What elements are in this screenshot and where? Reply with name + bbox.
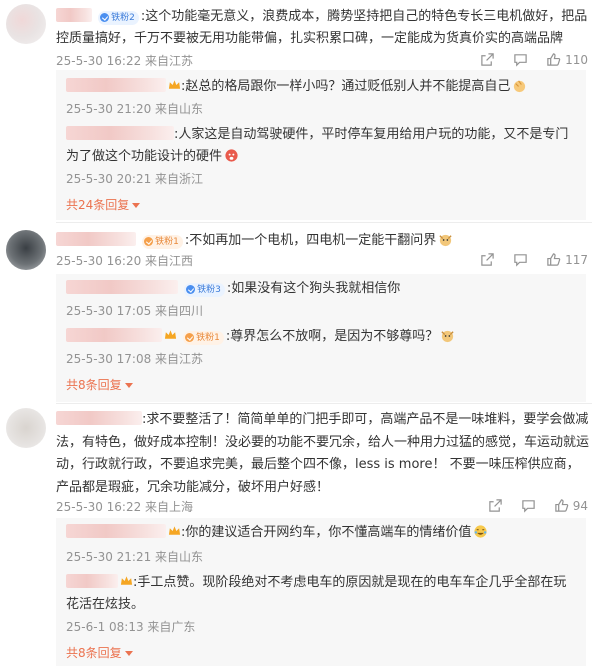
reply: :赵总的格局跟你一样小吗？通过贬低别人并不能提高自己 (66, 76, 574, 98)
reply-meta: 25-6-1 08:13 来自广东 (66, 620, 196, 634)
reply: :手工点赞。现阶段绝对不考虑电车的原因就是现在的电车车企几乎全部在玩花活在炫技。 (66, 574, 567, 612)
shocked-emoji-icon (225, 149, 238, 162)
reply-username[interactable] (66, 328, 162, 342)
comment-body: :求不要整活了！简简单单的门把手即可，高端产品不是一味堆料，要学会做减法，有特色… (56, 411, 590, 495)
fan-badge: 铁粉1 (142, 234, 183, 249)
like-button[interactable]: 110 (546, 52, 588, 67)
like-button[interactable]: 94 (554, 498, 588, 513)
more-replies-link[interactable]: 共24条回复 (66, 196, 141, 213)
badge-check-icon (186, 285, 196, 294)
like-button[interactable]: 117 (546, 252, 588, 267)
comment-button[interactable] (521, 498, 536, 513)
reply: 铁粉3:如果没有这个狗头我就相信你 (66, 278, 574, 300)
like-icon (547, 253, 561, 266)
reply-meta: 25-5-30 21:20 来自山东 (66, 102, 204, 116)
like-count: 94 (572, 498, 588, 513)
reply-username[interactable] (66, 574, 118, 588)
reply: 铁粉1:尊界怎么不放啊，是因为不够尊吗？ (66, 326, 574, 348)
comment-meta: 25-5-30 16:22 来自江苏 (56, 54, 194, 68)
comment-actions: 110 (480, 52, 588, 67)
clap-emoji-icon (514, 80, 526, 93)
dog-emoji-icon (441, 330, 454, 343)
comment-button[interactable] (513, 252, 528, 267)
avatar[interactable] (6, 4, 46, 44)
reply-meta: 25-5-30 17:05 来自四川 (66, 304, 204, 318)
comment-icon (514, 54, 527, 67)
caret-down-icon (124, 383, 133, 388)
divider (56, 222, 592, 223)
share-button[interactable] (480, 252, 495, 267)
comment-icon (521, 500, 535, 513)
replies-panel: :你的建议适合开网约车，你不懂高端车的情绪价值 25-5-30 21:21 来自… (56, 518, 586, 666)
crown-icon (120, 576, 133, 585)
username[interactable] (56, 8, 92, 22)
comment-button[interactable] (513, 52, 528, 67)
like-count: 110 (565, 52, 588, 67)
avatar[interactable] (6, 408, 46, 448)
reply-username[interactable] (66, 126, 174, 140)
replies-panel: :赵总的格局跟你一样小吗？通过贬低别人并不能提高自己 25-5-30 21:20… (56, 70, 586, 220)
comment-body: 铁粉1:不如再加一个电机，四电机一定能干翻问界 (56, 230, 592, 252)
share-icon (481, 53, 494, 66)
fan-badge: 铁粉3 (184, 282, 225, 297)
reply-meta: 25-5-30 17:08 来自江苏 (66, 352, 204, 366)
username[interactable] (56, 411, 142, 425)
crown-icon (164, 330, 177, 339)
more-replies-link[interactable]: 共8条回复 (66, 644, 133, 661)
like-icon (554, 499, 568, 512)
avatar[interactable] (6, 230, 46, 270)
crown-icon (168, 80, 181, 89)
fan-badge: 铁粉1 (183, 330, 224, 345)
reply-username[interactable] (66, 78, 166, 92)
comment-meta: 25-5-30 16:22 来自上海 (56, 500, 194, 514)
share-icon (481, 253, 494, 266)
reply-username[interactable] (66, 524, 166, 538)
share-icon (488, 499, 502, 512)
badge-check-icon (144, 237, 154, 246)
divider (56, 403, 592, 404)
crown-icon (168, 526, 181, 535)
badge-check-icon (185, 333, 195, 342)
comment-meta: 25-5-30 16:20 来自江西 (56, 254, 194, 268)
more-replies-link[interactable]: 共8条回复 (66, 376, 133, 393)
dog-emoji-icon (439, 234, 452, 247)
laugh-cry-emoji-icon (474, 525, 487, 538)
comment-text: 不如再加一个电机，四电机一定能干翻问界 (189, 233, 437, 248)
comment-actions: 94 (488, 498, 588, 513)
comment-icon (514, 254, 527, 267)
reply-meta: 25-5-30 21:21 来自山东 (66, 550, 204, 564)
reply-meta: 25-5-30 20:21 来自浙江 (66, 172, 204, 186)
comment-body: 铁粉2:这个功能毫无意义，浪费成本，腾势坚持把自己的特色专长三电机做好，把品控质… (56, 8, 588, 46)
caret-down-icon (132, 203, 141, 208)
share-button[interactable] (480, 52, 495, 67)
like-count: 117 (565, 252, 588, 267)
replies-panel: 铁粉3:如果没有这个狗头我就相信你 25-5-30 17:05 来自四川 铁粉1… (56, 274, 586, 402)
caret-down-icon (124, 651, 133, 656)
like-icon (547, 53, 561, 66)
reply: :人家这是自动驾驶硬件，平时停车复用给用户玩的功能，又不是专门为了做这个功能设计… (66, 126, 569, 164)
reply: :你的建议适合开网约车，你不懂高端车的情绪价值 (66, 522, 574, 544)
share-button[interactable] (488, 498, 503, 513)
username[interactable] (56, 232, 136, 246)
fan-badge: 铁粉2 (98, 10, 139, 25)
badge-check-icon (100, 13, 110, 22)
reply-username[interactable] (66, 280, 178, 294)
comment-actions: 117 (480, 252, 588, 267)
